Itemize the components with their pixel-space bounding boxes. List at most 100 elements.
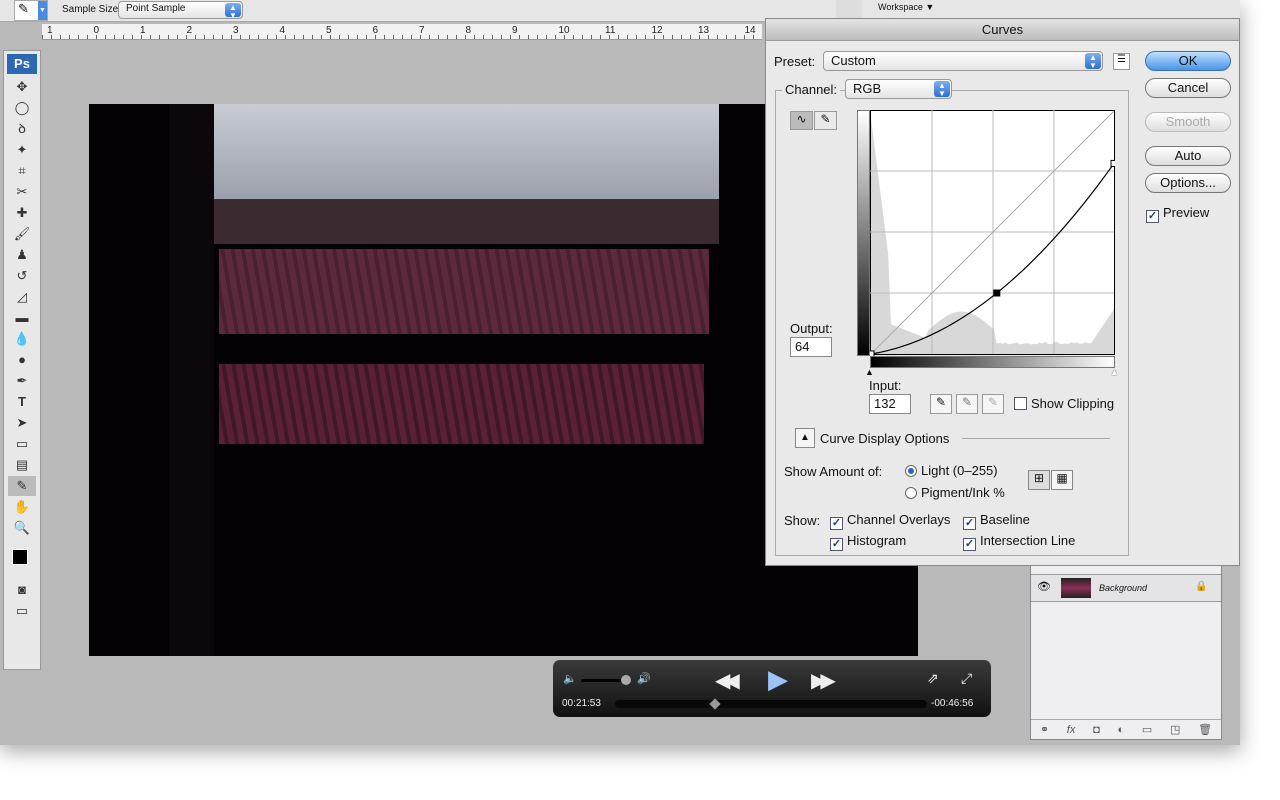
zoom-tool-icon[interactable]: 🔍 — [8, 518, 36, 538]
sample-size-select[interactable]: Point Sample ▲ ▼ — [118, 1, 243, 19]
sample-size-label: Sample Size: — [62, 4, 121, 15]
share-icon[interactable]: ⇗ — [927, 670, 939, 687]
type-tool-icon[interactable]: T — [8, 392, 36, 412]
volume-slider[interactable] — [581, 679, 629, 682]
channel-value: RGB — [853, 81, 881, 96]
eye-icon[interactable]: 👁 — [1037, 580, 1051, 593]
black-eyedropper-icon[interactable]: ✎ — [930, 394, 952, 414]
roof-lower — [219, 364, 704, 444]
lock-icon: 🔒 — [1195, 581, 1207, 592]
dodge-tool-icon[interactable]: ● — [8, 350, 36, 370]
cancel-button[interactable]: Cancel — [1145, 78, 1231, 98]
blur-tool-icon[interactable]: 💧 — [8, 329, 36, 349]
color-swatches[interactable] — [8, 539, 36, 579]
ruler-label: 6 — [373, 25, 379, 36]
radio-unselected-icon — [905, 487, 917, 499]
gray-eyedropper-icon[interactable]: ✎ — [956, 394, 978, 414]
show-clipping-checkbox[interactable]: Show Clipping — [1014, 396, 1114, 411]
new-layer-icon[interactable]: ◳ — [1170, 723, 1180, 736]
pencil-tool-icon[interactable]: ✎ — [814, 111, 837, 130]
preview-checkbox[interactable]: ✓ Preview — [1146, 205, 1209, 223]
layer-row[interactable]: 👁 Background 🔒 — [1031, 574, 1221, 602]
fullscreen-icon[interactable]: ⤢ — [961, 670, 972, 687]
smooth-button[interactable]: Smooth — [1145, 112, 1231, 132]
pen-tool-icon[interactable]: ✒ — [8, 371, 36, 391]
trash-icon[interactable]: 🗑 — [1198, 723, 1212, 736]
volume-knob[interactable] — [621, 675, 631, 685]
divider — [962, 438, 1110, 439]
screen-mode-icon[interactable]: ▭ — [8, 601, 36, 621]
white-eyedropper-icon[interactable]: ✎ — [982, 394, 1004, 414]
fast-forward-button[interactable]: ▶▶ — [811, 668, 830, 693]
histogram-checkbox[interactable]: ✓ Histogram — [830, 533, 906, 551]
ruler-label: 1 — [47, 25, 53, 36]
fx-icon[interactable]: fx — [1067, 724, 1076, 736]
layers-footer: ⚭ fx ◘ ◐ ▭ ◳ 🗑 — [1031, 719, 1221, 739]
stamp-tool-icon[interactable]: ♟ — [8, 245, 36, 265]
eyedropper-tool-preset[interactable]: ✎ ▼ — [14, 0, 48, 21]
curves-graph[interactable] — [870, 110, 1115, 356]
channel-select[interactable]: RGB ▲ ▼ — [845, 79, 952, 99]
curve-point — [1111, 160, 1115, 166]
eyedropper-tool-icon[interactable]: ✎ — [8, 476, 36, 496]
output-gradient-bar — [857, 110, 870, 356]
quick-mask-icon[interactable]: ◙ — [8, 580, 36, 600]
auto-button[interactable]: Auto — [1145, 146, 1231, 166]
ok-button[interactable]: OK — [1145, 51, 1231, 71]
light-radio[interactable]: Light (0–255) — [905, 463, 998, 478]
adjustment-icon[interactable]: ◐ — [1117, 724, 1124, 736]
intersection-line-checkbox[interactable]: ✓ Intersection Line — [963, 533, 1075, 551]
crop-tool-icon[interactable]: ⌗ — [8, 161, 36, 181]
history-brush-icon[interactable]: ↺ — [8, 266, 36, 286]
gradient-tool-icon[interactable]: ▬ — [8, 308, 36, 328]
black-point-slider[interactable]: ▲ — [865, 367, 874, 377]
move-tool-icon[interactable]: ✥ — [8, 77, 36, 97]
brush-tool-icon[interactable]: 🖌 — [8, 224, 36, 244]
hand-tool-icon[interactable]: ✋ — [8, 497, 36, 517]
ruler-label: 7 — [419, 25, 425, 36]
magic-wand-icon[interactable]: ✦ — [8, 140, 36, 160]
bridge-icon[interactable] — [836, 0, 862, 20]
channel-overlays-checkbox[interactable]: ✓ Channel Overlays — [830, 512, 950, 530]
scrubber-bar[interactable] — [615, 700, 927, 708]
simple-grid-button[interactable]: ⊞ — [1028, 470, 1050, 490]
foreground-color[interactable] — [12, 549, 28, 565]
baseline-label: Baseline — [980, 512, 1030, 527]
slice-tool-icon[interactable]: ✂ — [8, 182, 36, 202]
playhead[interactable] — [709, 698, 720, 709]
workspace-menu[interactable]: Workspace ▼ — [878, 2, 934, 12]
healing-brush-icon[interactable]: ✚ — [8, 203, 36, 223]
workspace-label: Workspace — [878, 2, 923, 12]
mask-icon[interactable]: ◘ — [1093, 724, 1100, 736]
folder-icon[interactable]: ▭ — [1142, 723, 1152, 736]
preset-select[interactable]: Custom ▲ ▼ — [823, 51, 1103, 71]
detailed-grid-button[interactable]: ▦ — [1051, 470, 1073, 490]
shape-tool-icon[interactable]: ▭ — [8, 434, 36, 454]
layer-name: Background — [1099, 583, 1147, 593]
baseline-checkbox[interactable]: ✓ Baseline — [963, 512, 1030, 530]
preset-value: Custom — [831, 53, 876, 68]
link-icon[interactable]: ⚭ — [1040, 723, 1049, 736]
output-field[interactable]: 64 — [790, 337, 832, 357]
rewind-button[interactable]: ◀◀ — [715, 668, 734, 693]
ps-logo: Ps — [7, 54, 37, 74]
lasso-tool-icon[interactable]: ꝺ — [8, 119, 36, 139]
preset-options-icon[interactable]: ☰ — [1113, 53, 1130, 70]
play-button[interactable]: ▶ — [768, 664, 788, 695]
pigment-radio[interactable]: Pigment/Ink % — [905, 485, 1005, 500]
notes-tool-icon[interactable]: ▤ — [8, 455, 36, 475]
options-button[interactable]: Options... — [1145, 173, 1231, 193]
path-select-icon[interactable]: ➤ — [8, 413, 36, 433]
remaining-time: -00:46:56 — [931, 698, 973, 709]
eraser-tool-icon[interactable]: ◿ — [8, 287, 36, 307]
histogram-label: Histogram — [847, 533, 906, 548]
show-clipping-label: Show Clipping — [1031, 396, 1114, 411]
white-point-slider[interactable]: ▲ — [1110, 367, 1119, 377]
ruler-label: 11 — [605, 25, 615, 36]
disclosure-triangle-icon[interactable]: ▲ — [795, 428, 815, 448]
marquee-tool-icon[interactable]: ◯ — [8, 98, 36, 118]
input-field[interactable]: 132 — [869, 394, 911, 414]
input-label: Input: — [869, 378, 902, 393]
curve-point-tool-icon[interactable]: ∿ — [790, 111, 813, 130]
light-label: Light (0–255) — [921, 463, 998, 478]
